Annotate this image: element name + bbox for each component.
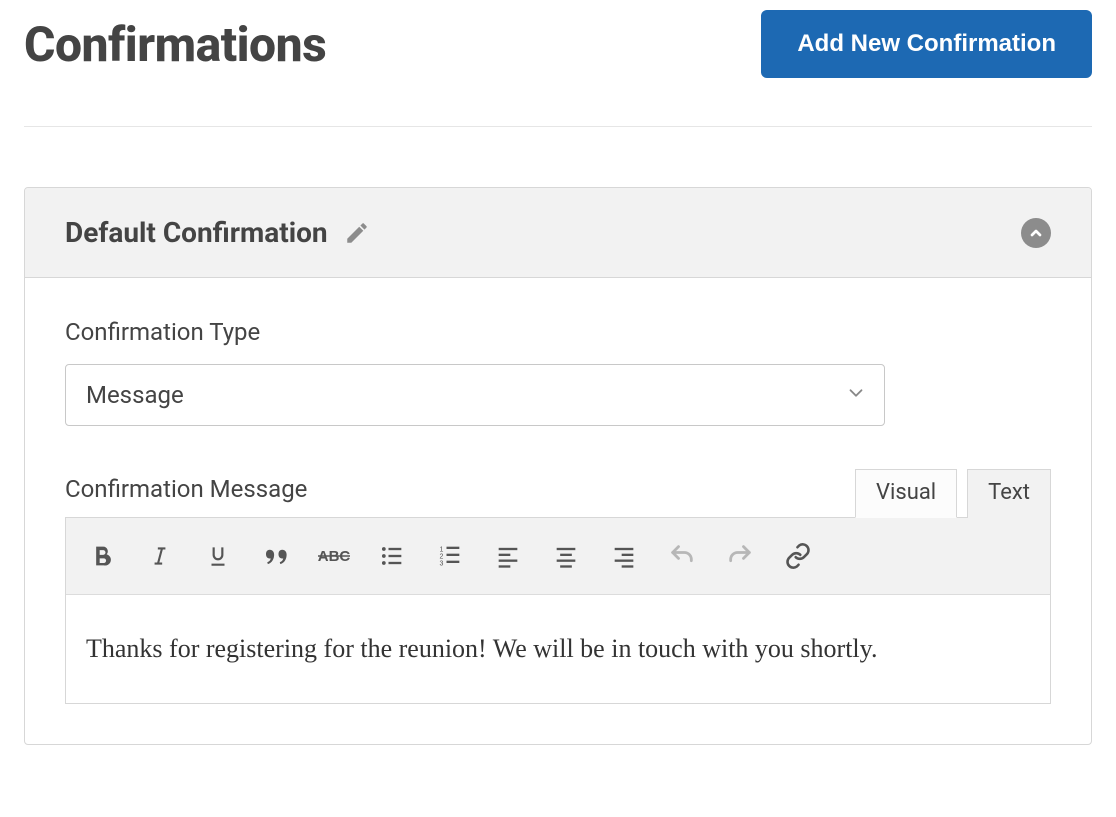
svg-text:3: 3 <box>440 560 444 567</box>
editor-content[interactable]: Thanks for registering for the reunion! … <box>66 595 1050 703</box>
bold-icon[interactable] <box>76 530 128 582</box>
link-icon[interactable] <box>772 530 824 582</box>
align-right-icon[interactable] <box>598 530 650 582</box>
tab-visual[interactable]: Visual <box>855 469 957 518</box>
collapse-panel-button[interactable] <box>1021 218 1051 248</box>
editor: ABC 123 <box>65 517 1051 704</box>
editor-toolbar: ABC 123 <box>66 518 1050 595</box>
redo-icon[interactable] <box>714 530 766 582</box>
confirmation-panel: Default Confirmation Confirmation Type M… <box>24 187 1092 745</box>
panel-header[interactable]: Default Confirmation <box>25 188 1091 278</box>
align-center-icon[interactable] <box>540 530 592 582</box>
bullet-list-icon[interactable] <box>366 530 418 582</box>
editor-tabs: Visual Text <box>855 468 1051 517</box>
undo-icon[interactable] <box>656 530 708 582</box>
confirmation-message-label: Confirmation Message <box>65 475 307 503</box>
align-left-icon[interactable] <box>482 530 534 582</box>
svg-text:1: 1 <box>440 546 444 553</box>
chevron-up-icon <box>1021 218 1051 248</box>
underline-icon[interactable] <box>192 530 244 582</box>
blockquote-icon[interactable] <box>250 530 302 582</box>
numbered-list-icon[interactable]: 123 <box>424 530 476 582</box>
strikethrough-icon[interactable]: ABC <box>308 530 360 582</box>
confirmation-type-label: Confirmation Type <box>65 318 1051 346</box>
panel-body: Confirmation Type Message Confirmation M… <box>25 278 1091 744</box>
add-new-confirmation-button[interactable]: Add New Confirmation <box>761 10 1092 78</box>
confirmation-type-select[interactable]: Message <box>65 364 885 426</box>
page-title: Confirmations <box>24 16 326 73</box>
italic-icon[interactable] <box>134 530 186 582</box>
panel-title: Default Confirmation <box>65 216 328 249</box>
svg-text:2: 2 <box>440 553 444 560</box>
pencil-icon[interactable] <box>344 220 370 246</box>
page-header: Confirmations Add New Confirmation <box>24 10 1092 127</box>
tab-text[interactable]: Text <box>967 469 1051 518</box>
